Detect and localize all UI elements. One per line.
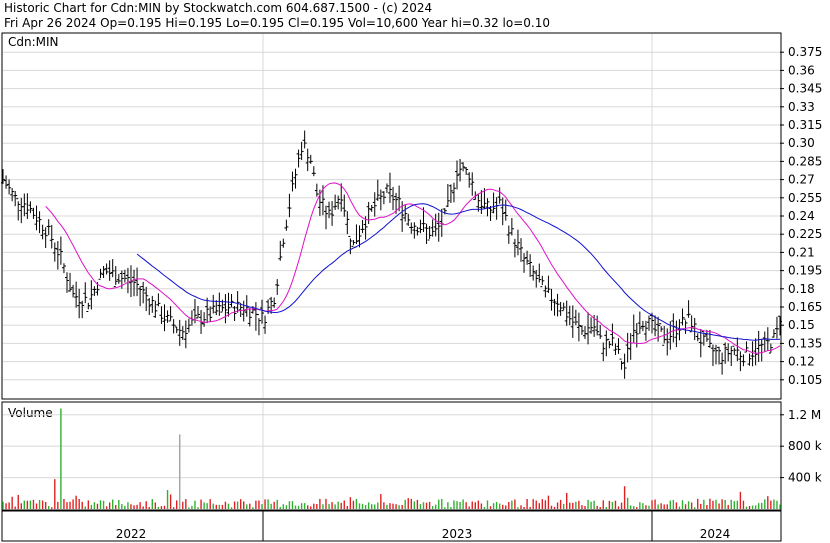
price-tick-label: 0.135: [788, 336, 822, 350]
volume-tick-label: 800 k: [788, 439, 822, 453]
price-tick-label: 0.18: [788, 282, 815, 296]
price-panel-title: Cdn:MIN: [8, 35, 59, 49]
price-tick-label: 0.24: [788, 209, 815, 223]
x-label-2022: 2022: [116, 527, 147, 541]
volume-panel-title: Volume: [8, 406, 53, 420]
price-tick-label: 0.33: [788, 100, 815, 114]
stock-chart: Cdn:MIN 0.375 0.36 0.345 0.33 0.315 0.30 0.285…: [1, 32, 822, 542]
price-tick-label: 0.27: [788, 173, 815, 187]
price-tick-label: 0.165: [788, 300, 822, 314]
price-tick-label: 0.225: [788, 227, 822, 241]
price-tick-label: 0.285: [788, 154, 822, 168]
price-tick-label: 0.36: [788, 63, 815, 77]
price-tick-label: 0.375: [788, 45, 822, 59]
price-tick-label: 0.15: [788, 318, 815, 332]
volume-panel-frame: [1, 401, 782, 511]
price-tick-label: 0.255: [788, 191, 822, 205]
moving-average-long: [136, 203, 781, 341]
price-tick-label: 0.105: [788, 373, 822, 387]
price-tick-label: 0.315: [788, 118, 822, 132]
price-tick-label: 0.30: [788, 136, 815, 150]
price-tick-label: 0.12: [788, 355, 815, 369]
volume-tick-label: 400 k: [788, 471, 822, 485]
price-tick-label: 0.345: [788, 82, 822, 96]
price-tick-label: 0.21: [788, 245, 815, 259]
volume-tick-label: 1.2 M: [788, 408, 821, 422]
price-tick-label: 0.195: [788, 264, 822, 278]
x-label-2023: 2023: [442, 527, 473, 541]
x-label-2024: 2024: [700, 527, 731, 541]
